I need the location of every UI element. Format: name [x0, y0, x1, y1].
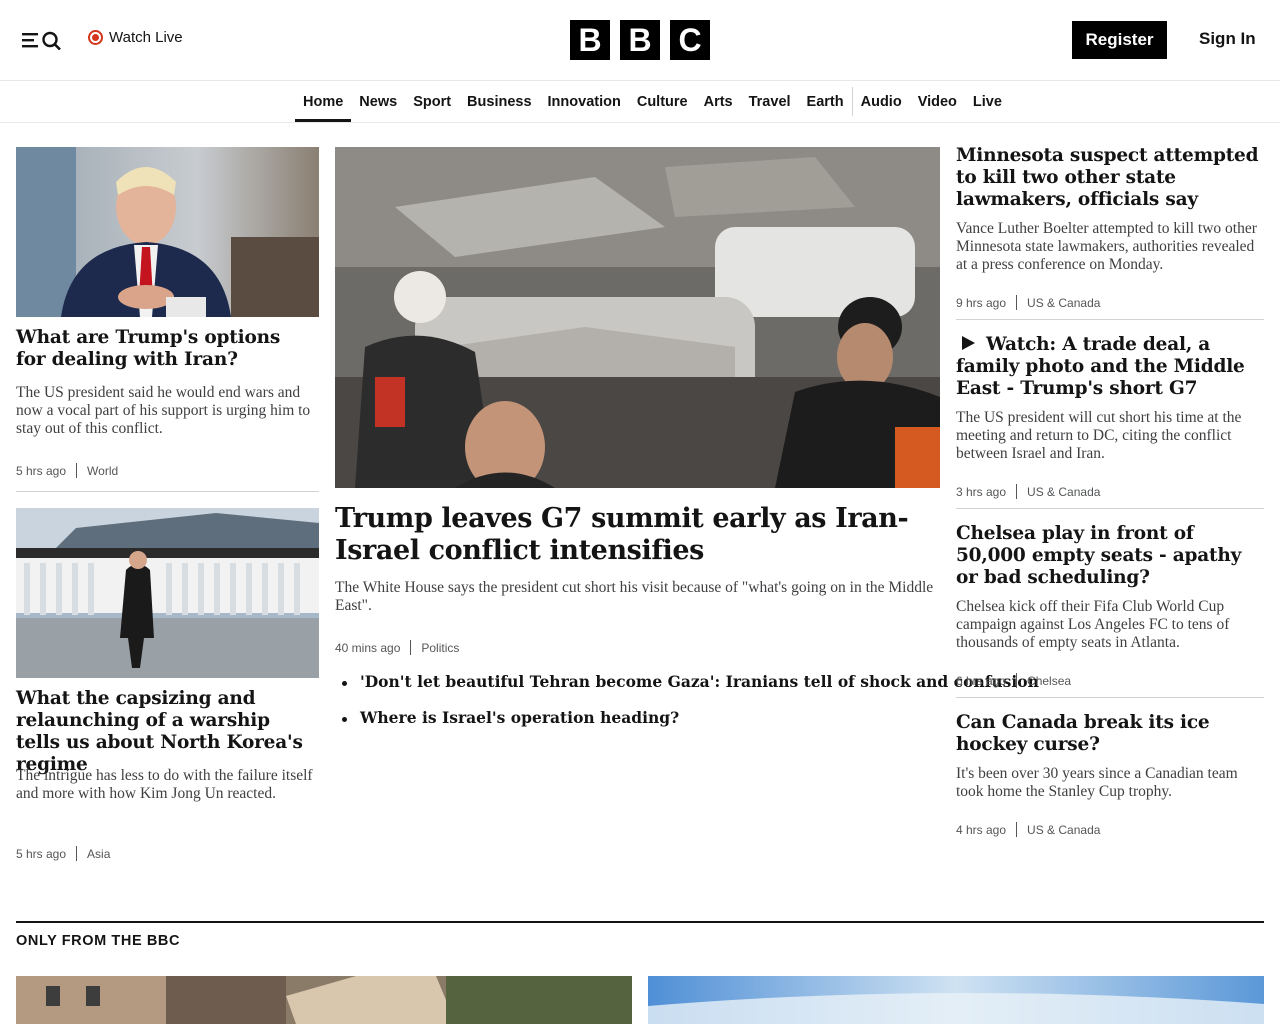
bbc-logo[interactable]: B B C: [570, 20, 710, 60]
story-meta: 6 hrs ago Chelsea: [956, 673, 1071, 688]
logo-letter-c: C: [670, 20, 710, 60]
play-icon: [962, 336, 975, 350]
sign-in-button[interactable]: Sign In: [1199, 29, 1256, 49]
main-story-headline[interactable]: Trump leaves G7 summit early as Iran-Isr…: [335, 503, 940, 567]
story-category[interactable]: US & Canada: [1027, 485, 1100, 499]
story-summary: The US president said he would end wars …: [16, 384, 311, 437]
logo-letter-b2: B: [620, 20, 660, 60]
meta-separator: [76, 463, 78, 478]
story-image-north-korea[interactable]: [16, 508, 319, 678]
meta-separator: [1016, 673, 1018, 688]
story-headline[interactable]: Chelsea play in front of 50,000 empty se…: [956, 523, 1261, 589]
menu-icon: [22, 31, 61, 51]
live-dot-icon: [88, 30, 103, 45]
nav-item-innovation[interactable]: Innovation: [540, 81, 629, 122]
main-story-meta: 40 mins ago Politics: [335, 640, 459, 655]
story-time: 6 hrs ago: [956, 673, 1007, 688]
story-summary: Vance Luther Boelter attempted to kill t…: [956, 220, 1257, 273]
site-header: Watch Live B B C Register Sign In: [0, 0, 1280, 81]
story-headline[interactable]: What are Trump's options for dealing wit…: [16, 327, 306, 371]
story-time: 3 hrs ago: [956, 484, 1007, 499]
nav-item-news[interactable]: News: [351, 81, 405, 122]
nav-item-live[interactable]: Live: [965, 81, 1010, 122]
nav-item-sport[interactable]: Sport: [405, 81, 459, 122]
main-story-summary: The White House says the president cut s…: [335, 579, 934, 614]
nav-item-video[interactable]: Video: [910, 81, 965, 122]
story-summary: Chelsea kick off their Fifa Club World C…: [956, 598, 1230, 651]
story-meta: 4 hrs ago US & Canada: [956, 822, 1100, 837]
meta-separator: [1016, 822, 1018, 837]
story-summary: The US president will cut short his time…: [956, 409, 1242, 462]
story-summary: The intrigue has less to do with the fai…: [16, 767, 313, 802]
story-meta: 5 hrs ago Asia: [16, 846, 110, 861]
logo-letter-b1: B: [570, 20, 610, 60]
story-time: 5 hrs ago: [16, 846, 67, 861]
story-divider: [956, 697, 1264, 698]
video-story[interactable]: Watch: A trade deal, a family photo and …: [956, 334, 1266, 400]
meta-separator: [76, 846, 78, 861]
watch-live-label: Watch Live: [109, 29, 183, 46]
nav-item-travel[interactable]: Travel: [741, 81, 799, 122]
story-divider: [16, 491, 319, 492]
related-links: 'Don't let beautiful Tehran become Gaza'…: [335, 672, 1039, 744]
story-category[interactable]: Chelsea: [1027, 674, 1071, 688]
story-time: 4 hrs ago: [956, 822, 1007, 837]
story-meta: 3 hrs ago US & Canada: [956, 484, 1100, 499]
meta-separator: [1016, 484, 1018, 499]
story-category[interactable]: World: [87, 464, 118, 478]
story-meta: 5 hrs ago World: [16, 463, 118, 478]
section-rule: [16, 921, 1264, 923]
story-headline[interactable]: What the capsizing and relaunching of a …: [16, 688, 311, 776]
section-title: ONLY FROM THE BBC: [16, 933, 181, 949]
story-meta: 9 hrs ago US & Canada: [956, 295, 1100, 310]
story-divider: [956, 508, 1264, 509]
story-time: 40 mins ago: [335, 640, 401, 655]
story-summary: It's been over 30 years since a Canadian…: [956, 765, 1238, 800]
story-category[interactable]: Politics: [421, 641, 459, 655]
nav-item-audio[interactable]: Audio: [853, 81, 910, 122]
story-category[interactable]: US & Canada: [1027, 296, 1100, 310]
story-time: 5 hrs ago: [16, 463, 67, 478]
meta-separator: [410, 640, 412, 655]
menu-search-button[interactable]: [22, 30, 62, 51]
story-image-trump[interactable]: [16, 147, 319, 317]
story-category[interactable]: Asia: [87, 847, 110, 861]
story-headline[interactable]: Minnesota suspect attempted to kill two …: [956, 145, 1266, 211]
main-story-image[interactable]: [335, 147, 940, 488]
register-button[interactable]: Register: [1072, 21, 1167, 59]
nav-item-business[interactable]: Business: [459, 81, 539, 122]
nav-item-home[interactable]: Home: [295, 81, 352, 122]
story-divider: [956, 319, 1264, 320]
related-link[interactable]: Where is Israel's operation heading?: [335, 708, 940, 728]
related-link[interactable]: 'Don't let beautiful Tehran become Gaza'…: [335, 672, 1039, 692]
watch-live-link[interactable]: Watch Live: [88, 29, 183, 46]
story-time: 9 hrs ago: [956, 295, 1007, 310]
nav-item-culture[interactable]: Culture: [629, 81, 696, 122]
nav-item-earth[interactable]: Earth: [799, 81, 852, 122]
main-nav: Home News Sport Business Innovation Cult…: [0, 81, 1280, 123]
meta-separator: [1016, 295, 1018, 310]
search-icon: [42, 31, 61, 51]
story-headline[interactable]: Can Canada break its ice hockey curse?: [956, 712, 1256, 756]
story-headline: Watch: A trade deal, a family photo and …: [956, 334, 1245, 399]
feature-image-left[interactable]: [16, 976, 632, 1024]
nav-item-arts[interactable]: Arts: [696, 81, 741, 122]
story-category[interactable]: US & Canada: [1027, 823, 1100, 837]
feature-image-right[interactable]: [648, 976, 1264, 1024]
